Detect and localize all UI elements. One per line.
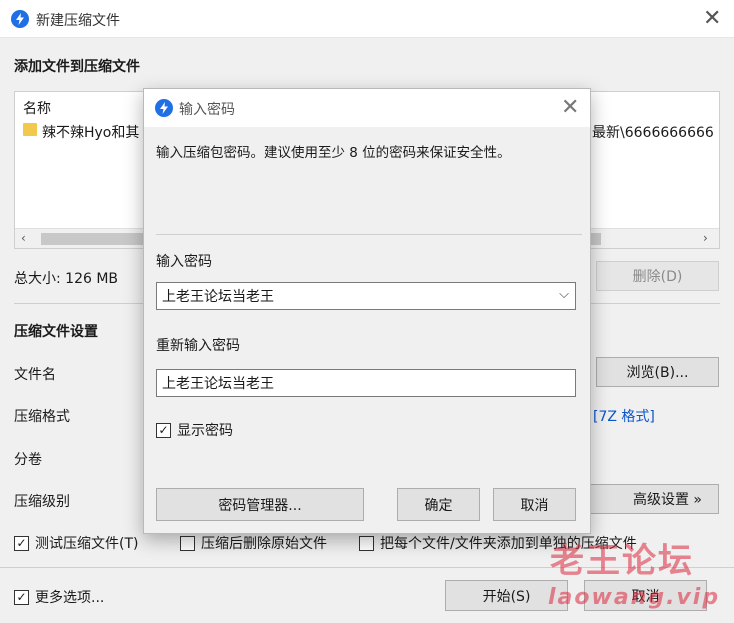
test-archive-option[interactable]: ✓ 测试压缩文件(T) — [14, 533, 138, 553]
watermark-url: laowang.vip — [548, 585, 721, 610]
delete-after-label: 压缩后删除原始文件 — [201, 536, 327, 552]
password-input[interactable]: 上老王论坛当老王 ⌵ — [156, 282, 576, 310]
level-label: 压缩级别 — [14, 494, 70, 510]
file-item-name[interactable]: 辣不辣Hyo和其 — [42, 122, 139, 142]
more-options-checkbox[interactable]: ✓ — [14, 589, 29, 605]
delete-button[interactable]: 删除(D) — [596, 261, 719, 291]
more-options-option[interactable]: ✓ 更多选项... — [14, 587, 104, 607]
dropdown-chevron-icon[interactable]: ⌵ — [559, 287, 569, 302]
separate-archives-checkbox[interactable] — [359, 535, 374, 551]
column-header-name[interactable]: 名称 — [23, 98, 51, 118]
scroll-left-icon[interactable]: ‹ — [21, 231, 26, 245]
confirm-password-input[interactable]: 上老王论坛当老王 — [156, 369, 576, 397]
dialog-close-icon[interactable]: ✕ — [561, 97, 579, 119]
test-archive-label: 测试压缩文件(T) — [35, 536, 139, 552]
advanced-settings-button[interactable]: 高级设置 » — [580, 484, 719, 514]
password-manager-button[interactable]: 密码管理器... — [156, 488, 364, 521]
dialog-instruction: 输入压缩包密码。建议使用至少 8 位的密码来保证安全性。 — [156, 145, 511, 161]
filename-label: 文件名 — [14, 367, 56, 383]
split-label: 分卷 — [14, 452, 42, 468]
dialog-title: 输入密码 — [179, 102, 235, 118]
window-title: 新建压缩文件 — [36, 13, 120, 29]
app-logo-icon — [11, 10, 29, 28]
ok-button[interactable]: 确定 — [397, 488, 480, 521]
total-size: 总大小: 126 MB — [14, 271, 119, 287]
confirm-password-label: 重新输入密码 — [156, 338, 240, 354]
test-archive-checkbox[interactable]: ✓ — [14, 535, 29, 551]
password-dialog: 输入密码 ✕ 输入压缩包密码。建议使用至少 8 位的密码来保证安全性。 输入密码… — [143, 88, 591, 534]
show-password-option[interactable]: ✓ 显示密码 — [156, 420, 233, 440]
dialog-title-bar: 输入密码 ✕ — [144, 89, 590, 127]
add-files-heading: 添加文件到压缩文件 — [14, 59, 140, 75]
dialog-divider — [156, 234, 582, 235]
password-label: 输入密码 — [156, 254, 212, 270]
dialog-cancel-button[interactable]: 取消 — [493, 488, 576, 521]
window-close-icon[interactable]: ✕ — [703, 8, 721, 30]
password-value: 上老王论坛当老王 — [162, 289, 274, 305]
delete-after-checkbox[interactable] — [180, 535, 195, 551]
dialog-logo-icon — [155, 99, 173, 117]
show-password-checkbox[interactable]: ✓ — [156, 422, 171, 438]
watermark-title: 老王论坛 — [550, 541, 694, 581]
settings-heading: 压缩文件设置 — [14, 324, 98, 340]
file-item-path[interactable]: 最新\6666666666 — [592, 122, 719, 142]
confirm-password-value: 上老王论坛当老王 — [162, 376, 274, 392]
more-options-label: 更多选项... — [35, 590, 105, 606]
delete-after-option[interactable]: 压缩后删除原始文件 — [180, 533, 327, 553]
scroll-right-icon[interactable]: › — [703, 231, 708, 245]
show-password-label: 显示密码 — [177, 423, 233, 439]
format-label: 压缩格式 — [14, 409, 70, 425]
window-title-bar: 新建压缩文件 ✕ — [0, 0, 734, 38]
folder-icon — [23, 123, 37, 136]
format-link[interactable]: [7Z 格式] — [593, 406, 655, 426]
browse-button[interactable]: 浏览(B)... — [596, 357, 719, 387]
